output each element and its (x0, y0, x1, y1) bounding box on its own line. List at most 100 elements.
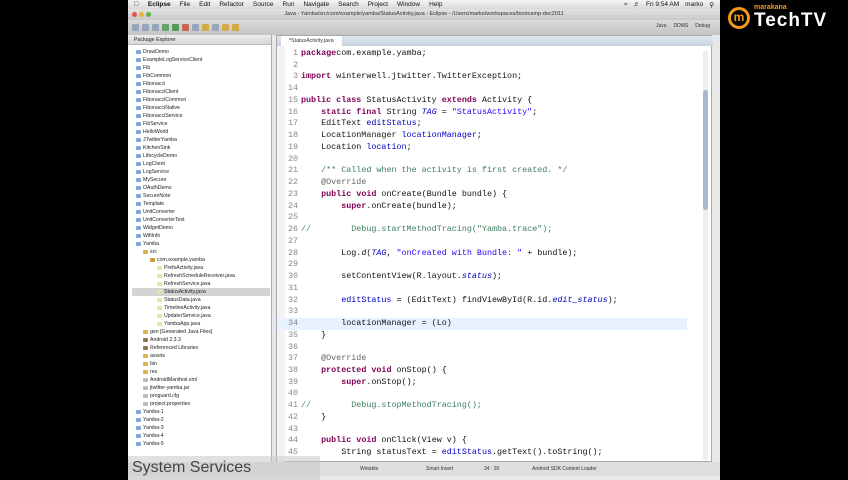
tree-item[interactable]: proguard.cfg (143, 392, 179, 400)
tree-item[interactable]: HelloWorld (136, 128, 168, 136)
code-line: 21 /** Called when the activity is first… (277, 165, 687, 177)
debug-icon[interactable] (162, 24, 169, 31)
tree-item[interactable]: FibCommon (136, 72, 171, 80)
menu-refactor[interactable]: Refactor (219, 1, 244, 8)
tree-item[interactable]: UpdaterService.java (157, 312, 211, 320)
back-icon[interactable] (232, 24, 239, 31)
tree-item[interactable]: Referenced Libraries (143, 344, 198, 352)
tree-item[interactable]: Yamba (136, 240, 159, 248)
code-line: 2 (277, 60, 687, 72)
tree-item[interactable]: UnitConverterTest (136, 216, 185, 224)
line-number: 19 (287, 141, 298, 152)
perspective-debug[interactable]: Debug (695, 23, 710, 29)
menu-navigate[interactable]: Navigate (303, 1, 329, 8)
tree-item[interactable]: assets (143, 352, 165, 360)
tree-item[interactable]: StatusActivity.java (132, 288, 270, 296)
tree-item[interactable]: FibonacciCommon (136, 96, 186, 104)
tree-item[interactable]: FibonacciService (136, 112, 183, 120)
new-class-icon[interactable] (192, 24, 199, 31)
file-icon (143, 402, 148, 406)
code-token: Location (301, 141, 367, 152)
user-name[interactable]: marko (685, 1, 703, 9)
editor-tab-statusactivity[interactable]: *StatusActivity.java (281, 36, 342, 46)
tree-item[interactable]: MySecure (136, 176, 166, 184)
tree-item[interactable]: Template (136, 200, 164, 208)
tree-item[interactable]: ExampleLogServiceClient (136, 56, 202, 64)
tree-item[interactable]: StatusData.java (157, 296, 201, 304)
package-explorer-tab[interactable]: Package Explorer (128, 35, 271, 45)
tree-item[interactable]: JTwitterYamba (136, 136, 177, 144)
code-editor[interactable]: *StatusActivity.java 1 packagecom.example… (276, 35, 713, 463)
new-icon[interactable] (132, 24, 139, 31)
menu-app[interactable]: Eclipse (148, 1, 171, 8)
tree-item[interactable]: RefreshScheduleReceiver.java (157, 272, 235, 280)
tree-item[interactable]: Fib (136, 64, 150, 72)
tree-item[interactable]: SecureNote (136, 192, 170, 200)
editor-scrollbar[interactable] (703, 50, 708, 460)
open-type-icon[interactable] (202, 24, 209, 31)
menu-edit[interactable]: Edit (199, 1, 210, 8)
tree-item[interactable]: LogService (136, 168, 169, 176)
save-icon[interactable] (142, 24, 149, 31)
tree-item[interactable]: LogClient (136, 160, 165, 168)
tree-item[interactable]: PrefsActivity.java (157, 264, 203, 272)
tree-item[interactable]: Yamba-5 (136, 440, 164, 448)
spotlight-icon[interactable]: ⚲ (709, 1, 714, 9)
menu-window[interactable]: Window (397, 1, 420, 8)
menu-run[interactable]: Run (283, 1, 295, 8)
tree-item[interactable]: AndroidManifest.xml (143, 376, 197, 384)
line-source: static final String TAG = "StatusActivit… (301, 107, 537, 119)
external-tools-icon[interactable] (182, 24, 189, 31)
project-icon (136, 426, 141, 430)
tree-item[interactable]: bin (143, 360, 157, 368)
tree-item[interactable]: res (143, 368, 157, 376)
folder-icon (143, 250, 148, 254)
wifi-icon[interactable]: ≈ (624, 1, 628, 9)
menu-source[interactable]: Source (253, 1, 274, 8)
menu-project[interactable]: Project (368, 1, 388, 8)
menu-search[interactable]: Search (338, 1, 359, 8)
tree-item[interactable]: src (143, 248, 157, 256)
tree-item-label: YambaApp.java (164, 321, 201, 327)
tree-item[interactable]: FibonacciNative (136, 104, 180, 112)
tree-item[interactable]: KitchenSink (136, 144, 170, 152)
tree-item[interactable]: Yamba-2 (136, 416, 164, 424)
perspective-java[interactable]: Java (656, 23, 667, 29)
zoom-button[interactable] (146, 12, 151, 17)
volume-icon[interactable]: ♬ (633, 1, 640, 9)
tree-item[interactable]: RefreshService.java (157, 280, 210, 288)
tree-item[interactable]: gen [Generated Java Files] (143, 328, 212, 336)
tree-item[interactable]: OAuthDemo (136, 184, 172, 192)
tree-item[interactable]: FibService (136, 120, 168, 128)
close-button[interactable] (132, 12, 137, 17)
tree-item[interactable]: Fibonacci (136, 80, 165, 88)
search-icon[interactable] (212, 24, 219, 31)
tree-item[interactable]: project.properties (143, 400, 190, 408)
run-icon[interactable] (172, 24, 179, 31)
tree-item-label: gen [Generated Java Files] (150, 329, 213, 335)
perspective-ddms[interactable]: DDMS (674, 23, 689, 29)
tree-item[interactable]: FibonacciClient (136, 88, 178, 96)
apple-icon[interactable]:  (134, 1, 139, 8)
next-annotation-icon[interactable] (222, 24, 229, 31)
tree-item[interactable]: UnitConverter (136, 208, 175, 216)
tree-item[interactable]: TimelineActivity.java (157, 304, 210, 312)
print-icon[interactable] (152, 24, 159, 31)
tree-item[interactable]: Android 2.3.3 (143, 336, 181, 344)
minimize-button[interactable] (139, 12, 144, 17)
menu-help[interactable]: Help (429, 1, 442, 8)
tree-item[interactable]: jtwitter-yamba.jar (143, 384, 190, 392)
tree-item[interactable]: Yamba-4 (136, 432, 164, 440)
tree-item[interactable]: com.example.yamba (150, 256, 205, 264)
tree-item[interactable]: WifiInfo (136, 232, 160, 240)
scroll-thumb[interactable] (703, 90, 708, 210)
tree-item[interactable]: Yamba-1 (136, 408, 164, 416)
menu-file[interactable]: File (180, 1, 190, 8)
tree-item[interactable]: Yamba-3 (136, 424, 164, 432)
tree-item[interactable]: YambaApp.java (157, 320, 200, 328)
clock[interactable]: Fri 9:54 AM (646, 1, 679, 9)
tree-item[interactable]: DrawDemo (136, 48, 169, 56)
tree-item[interactable]: WidgetDemo (136, 224, 173, 232)
tree-item[interactable]: LifecycleDemo (136, 152, 177, 160)
tree-item-label: AndroidManifest.xml (150, 377, 197, 383)
